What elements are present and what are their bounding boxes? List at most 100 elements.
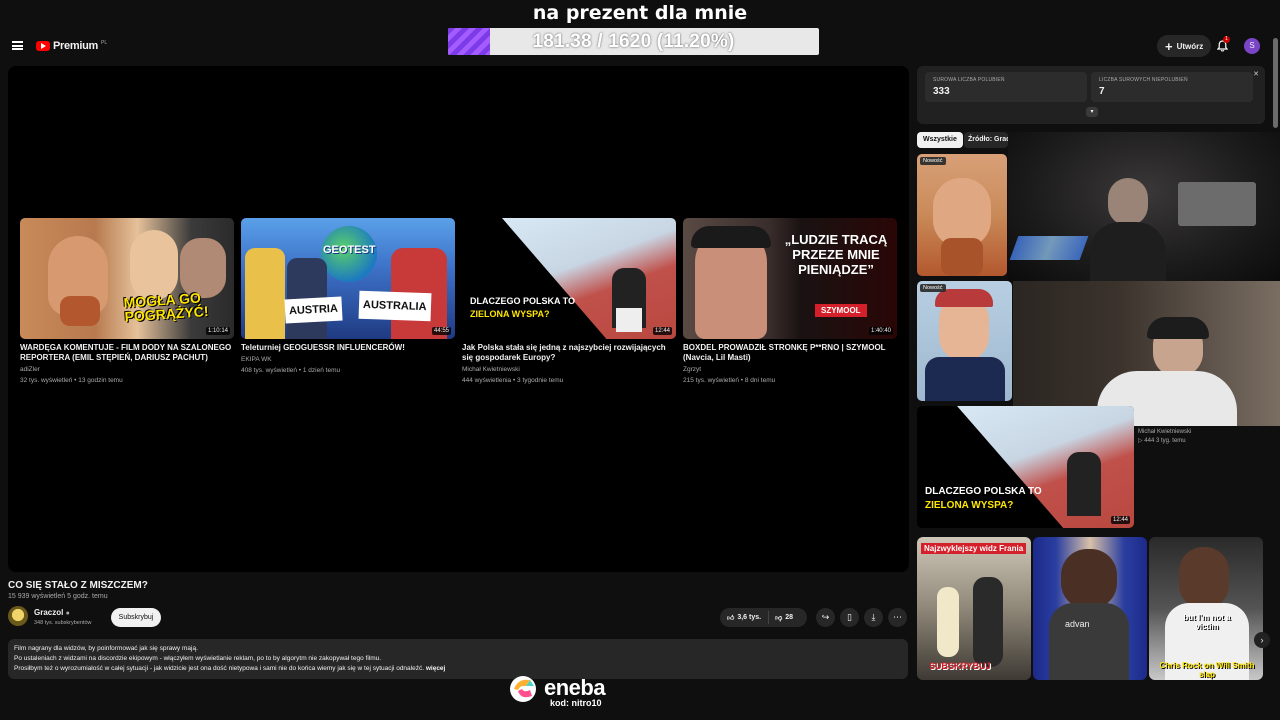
- channel-subscribers: 348 tys. subskrybentów: [34, 620, 92, 626]
- endcard-channel: EKIPA WK: [241, 356, 272, 363]
- create-button[interactable]: + Utwórz: [1157, 35, 1212, 57]
- related-thumb-text: ZIELONA WYSPA?: [925, 500, 1014, 511]
- short-caption: but I'm not a victim: [1183, 613, 1231, 631]
- webcam-feed: [1008, 132, 1280, 282]
- endcard-thumbnail[interactable]: „LUDZIE TRACĄ PRZEZE MNIE PIENIĄDZE” SZY…: [683, 218, 897, 339]
- create-label: Utwórz: [1176, 41, 1204, 51]
- raw-dislikes-label: LICZBA SUROWYCH NIEPOLUBIEŃ: [1099, 77, 1188, 83]
- endcard-video[interactable]: GEOTEST AUSTRIA AUSTRALIA 44:55 Teleturn…: [241, 218, 455, 375]
- endcard-title[interactable]: Teleturniej GEOGUESSR INFLUENCERÓW!: [241, 343, 455, 353]
- bookmark-icon: ▯: [847, 612, 852, 622]
- endcard-meta: 32 tys. wyświetleń • 13 godzin temu: [20, 377, 123, 384]
- duration-badge: 12:44: [1110, 516, 1130, 524]
- webcam-feed: [1013, 281, 1280, 426]
- short-bottom-text: Chris Rock on Will Smith slap: [1159, 661, 1255, 679]
- endcard-video[interactable]: „LUDZIE TRACĄ PRZEZE MNIE PIENIĄDZE” SZY…: [683, 218, 897, 385]
- dislike-count: 28: [785, 614, 793, 621]
- show-more-link[interactable]: więcej: [426, 665, 446, 672]
- youtube-premium-logo[interactable]: Premium PL: [36, 40, 107, 52]
- related-video-thumbnail[interactable]: DLACZEGO POLSKA TO ZIELONA WYSPA? 12:44: [917, 406, 1134, 528]
- raw-stats-panel: SUROWA LICZBA POLUBIEŃ 333 LICZBA SUROWY…: [917, 66, 1265, 124]
- endcard-thumb-text: „LUDZIE TRACĄ PRZEZE MNIE PIENIĄDZE”: [784, 232, 888, 277]
- logo-text: Premium: [53, 40, 98, 52]
- endcard-thumbnail[interactable]: MOGŁA GO POGRĄŻYĆ! 1:10:14: [20, 218, 234, 339]
- menu-icon[interactable]: [12, 41, 23, 50]
- account-avatar[interactable]: S: [1244, 38, 1260, 54]
- endcard-title[interactable]: WARDĘGA KOMENTUJE - FILM DODY NA SZALONE…: [20, 343, 234, 363]
- duration-badge: 12:44: [652, 327, 672, 335]
- youtube-play-icon: [36, 41, 50, 51]
- endcard-meta: 215 tys. wyświetleń • 8 dni temu: [683, 377, 776, 384]
- related-video-thumbnail[interactable]: Nowość: [917, 281, 1012, 401]
- video-player[interactable]: MOGŁA GO POGRĄŻYĆ! 1:10:14 WARDĘGA KOMEN…: [8, 66, 909, 572]
- raw-likes-label: SUROWA LICZBA POLUBIEŃ: [933, 77, 1005, 83]
- raw-dislikes-stat: LICZBA SUROWYCH NIEPOLUBIEŃ 7: [1091, 72, 1253, 102]
- short-video[interactable]: advan: [1033, 537, 1147, 680]
- download-button[interactable]: ⤓: [864, 608, 883, 627]
- endcard-thumb-text: GEOTEST: [323, 244, 376, 256]
- endcard-thumbnail[interactable]: DLACZEGO POLSKA TO ZIELONA WYSPA? 12:44: [462, 218, 676, 339]
- endcard-video[interactable]: DLACZEGO POLSKA TO ZIELONA WYSPA? 12:44 …: [462, 218, 676, 385]
- short-bottom-text: SUBSKRYBUJ: [929, 661, 991, 671]
- close-icon[interactable]: ✕: [1253, 70, 1259, 78]
- endcard-channel: Michał Kwietniewski: [462, 366, 520, 373]
- chip-source[interactable]: Źródło: Graczol: [964, 132, 1008, 148]
- plus-icon: +: [1165, 38, 1173, 54]
- donation-progress-bar: 181.38 / 1620 (11.20%): [448, 28, 819, 55]
- short-bottom-text: advan: [1065, 619, 1090, 629]
- like-dislike-group: 👍︎ 3,6 tys. 👎︎ 28: [720, 608, 807, 627]
- sponsor-code: kod: nitro10: [550, 698, 602, 708]
- related-meta: ▷ 444 3 tyg. temu: [1138, 437, 1186, 446]
- thumbs-up-icon: 👍︎: [727, 615, 735, 622]
- country-code: PL: [100, 40, 108, 46]
- chevron-right-icon[interactable]: ›: [1254, 632, 1270, 648]
- description-line-text: Prosiłbym też o wyrozumiałość w całej sy…: [14, 665, 425, 672]
- short-video[interactable]: but I'm not a victim Chris Rock on Will …: [1149, 537, 1263, 680]
- duration-badge: 1:40:40: [868, 327, 893, 335]
- share-icon: ↪: [821, 612, 830, 622]
- more-icon: ⋯: [893, 612, 902, 622]
- endcard-thumb-text: AUSTRIA: [284, 296, 343, 324]
- chip-all[interactable]: Wszystkie: [917, 132, 963, 148]
- endcard-thumb-text: AUSTRALIA: [358, 290, 432, 322]
- endcard-channel: adiZler: [20, 366, 40, 373]
- eneba-logo-icon: [510, 676, 536, 702]
- channel-name-text: Graczol: [34, 608, 64, 617]
- subscribe-button[interactable]: Subskrybuj: [111, 608, 161, 627]
- short-video[interactable]: Najzwyklejszy widz Frania SUBSKRYBUJ: [917, 537, 1031, 680]
- endcard-channel: Zgrzyt: [683, 366, 702, 373]
- video-title: CO SIĘ STAŁO Z MISZCZEM?: [8, 580, 148, 591]
- endcard-title[interactable]: BOXDEL PROWADZIŁ STRONKĘ P**RNO | SZYMOO…: [683, 343, 897, 363]
- endcard-video[interactable]: MOGŁA GO POGRĄŻYĆ! 1:10:14 WARDĘGA KOMEN…: [20, 218, 234, 385]
- related-video-thumbnail[interactable]: Nowość: [917, 154, 1007, 276]
- raw-dislikes-value: 7: [1099, 86, 1105, 97]
- page-scrollbar[interactable]: [1273, 38, 1278, 128]
- endcard-thumb-text: ZIELONA WYSPA?: [470, 309, 550, 319]
- endcard-thumbnail[interactable]: GEOTEST AUSTRIA AUSTRALIA 44:55: [241, 218, 455, 339]
- channel-name[interactable]: Graczol ●: [34, 608, 70, 617]
- sponsor-overlay: eneba kod: nitro10: [508, 672, 618, 712]
- video-description[interactable]: Film nagrany dla widzów, by poinformować…: [8, 639, 908, 679]
- endcard-meta: 408 tys. wyświetleń • 1 dzień temu: [241, 367, 341, 374]
- more-actions-button[interactable]: ⋯: [888, 608, 907, 627]
- description-line: Film nagrany dla widzów, by poinformować…: [14, 645, 198, 652]
- description-line: Prosiłbym też o wyrozumiałość w całej sy…: [14, 664, 902, 674]
- endcard-title[interactable]: Jak Polska stała się jedną z najszybciej…: [462, 343, 676, 363]
- progress-text: 181.38 / 1620 (11.20%): [532, 31, 735, 52]
- share-button[interactable]: ↪: [816, 608, 835, 627]
- notifications-button[interactable]: 1: [1216, 36, 1230, 52]
- endcard-thumb-text: MOGŁA GO POGRĄŻYĆ!: [123, 289, 209, 325]
- like-count: 3,6 tys.: [737, 614, 762, 621]
- new-badge: Nowość: [920, 157, 946, 165]
- endcard-thumb-tag: SZYMOOL: [815, 304, 867, 317]
- video-views: 15 939 wyświetleń 5 godz. temu: [8, 593, 108, 600]
- raw-likes-stat: SUROWA LICZBA POLUBIEŃ 333: [925, 72, 1087, 102]
- dislike-button[interactable]: 👎︎ 28: [769, 613, 799, 622]
- channel-avatar[interactable]: [8, 606, 28, 626]
- duration-badge: 44:55: [431, 327, 451, 335]
- chevron-down-icon[interactable]: ▾: [1086, 107, 1098, 117]
- short-top-text: Najzwyklejszy widz Frania: [921, 543, 1027, 554]
- save-button[interactable]: ▯: [840, 608, 859, 627]
- like-button[interactable]: 👍︎ 3,6 tys.: [720, 611, 770, 624]
- endcard-meta: 444 wyświetlenia • 3 tygodnie temu: [462, 377, 564, 384]
